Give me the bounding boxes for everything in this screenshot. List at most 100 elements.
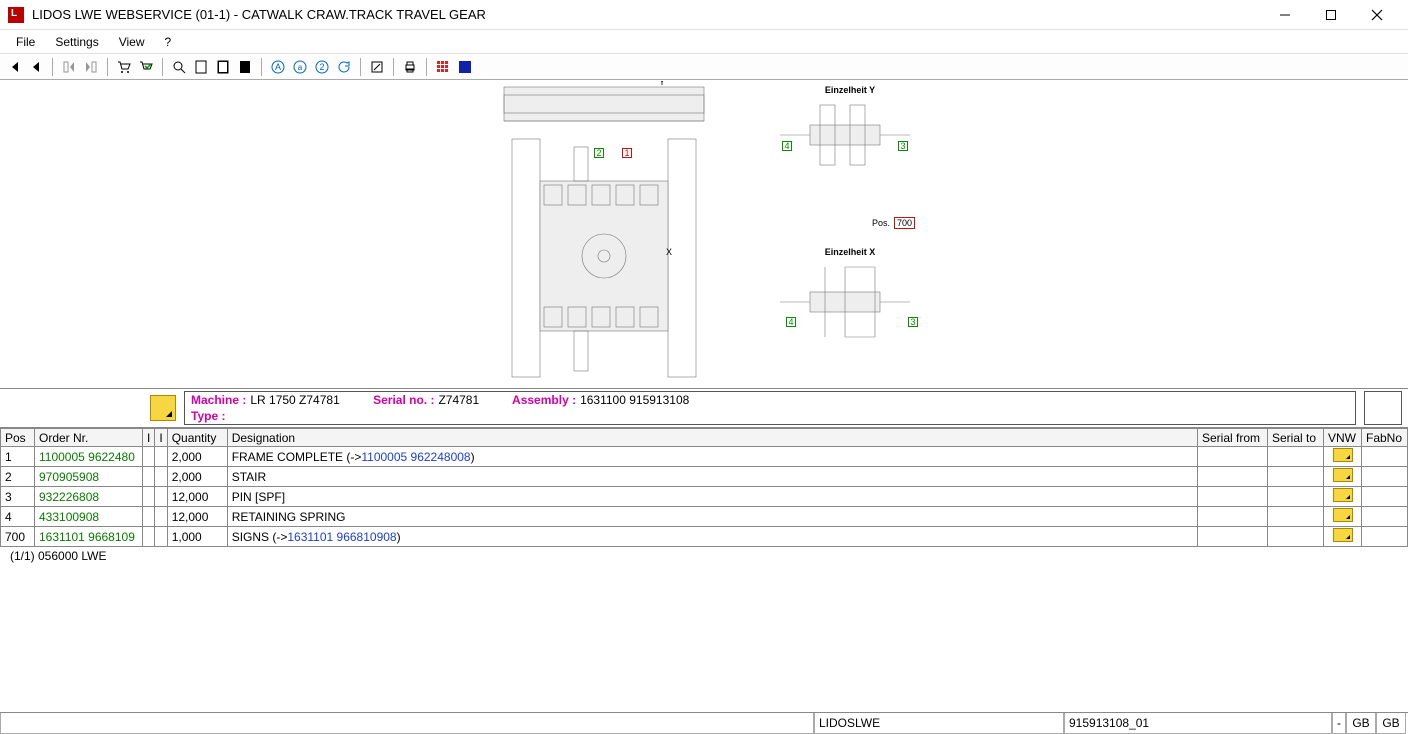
order-link[interactable]: 433100908 xyxy=(39,510,99,524)
menu-settings[interactable]: Settings xyxy=(45,35,108,49)
cell-i1 xyxy=(143,507,155,527)
cell-i1 xyxy=(143,487,155,507)
cell-pos: 4 xyxy=(1,507,35,527)
col-vnw[interactable]: VNW xyxy=(1324,429,1362,447)
doc-c-icon[interactable] xyxy=(235,57,255,77)
cell-vnw xyxy=(1324,527,1362,547)
pos-label: Pos. xyxy=(872,218,890,228)
refresh-icon[interactable] xyxy=(334,57,354,77)
doc-b-icon[interactable] xyxy=(213,57,233,77)
table-row[interactable]: 29709059082,000STAIR xyxy=(1,467,1408,487)
table-row[interactable]: 7001631101 96681091,000SIGNS (->1631101 … xyxy=(1,527,1408,547)
order-link[interactable]: 970905908 xyxy=(39,470,99,484)
col-sfrom[interactable]: Serial from xyxy=(1198,429,1268,447)
cell-desig: SIGNS (->1631101 966810908) xyxy=(227,527,1197,547)
cell-order: 433100908 xyxy=(35,507,143,527)
cell-i1 xyxy=(143,527,155,547)
info-expand-button[interactable] xyxy=(150,395,176,421)
cell-vnw xyxy=(1324,447,1362,467)
callout-4-top[interactable]: 4 xyxy=(782,141,792,151)
info-box: Machine :LR 1750 Z74781 Serial no. :Z747… xyxy=(184,391,1356,425)
cell-i1 xyxy=(143,447,155,467)
cell-order: 932226808 xyxy=(35,487,143,507)
cell-vnw xyxy=(1324,487,1362,507)
desig-link[interactable]: 1100005 962248008 xyxy=(361,450,470,464)
assembly-label: Assembly : xyxy=(512,393,576,407)
cell-i2 xyxy=(155,467,167,487)
serial-label: Serial no. : xyxy=(373,393,434,407)
grid-blue-icon[interactable] xyxy=(455,57,475,77)
vnw-button[interactable] xyxy=(1333,528,1353,542)
menu-file[interactable]: File xyxy=(6,35,45,49)
doc-a-icon[interactable] xyxy=(191,57,211,77)
vnw-button[interactable] xyxy=(1333,508,1353,522)
bookmark-next-icon[interactable] xyxy=(81,57,101,77)
num2-icon[interactable]: 2 xyxy=(312,57,332,77)
detail-x: Einzelheit X xyxy=(770,247,930,349)
nav-prev-icon[interactable] xyxy=(26,57,46,77)
svg-text:Y: Y xyxy=(659,81,665,87)
a1-icon[interactable]: A xyxy=(268,57,288,77)
minimize-button[interactable] xyxy=(1262,0,1308,30)
cart-icon[interactable] xyxy=(114,57,134,77)
cell-pos: 1 xyxy=(1,447,35,467)
cell-desig: STAIR xyxy=(227,467,1197,487)
cell-order: 970905908 xyxy=(35,467,143,487)
vnw-button[interactable] xyxy=(1333,448,1353,462)
col-i2[interactable]: I xyxy=(155,429,167,447)
a2-icon[interactable]: a xyxy=(290,57,310,77)
cell-sto xyxy=(1268,447,1324,467)
cell-qty: 12,000 xyxy=(167,507,227,527)
cell-desig: PIN [SPF] xyxy=(227,487,1197,507)
menu-view[interactable]: View xyxy=(109,35,155,49)
col-desig[interactable]: Designation xyxy=(227,429,1197,447)
cell-i1 xyxy=(143,467,155,487)
callout-3-bottom[interactable]: 3 xyxy=(908,317,918,327)
callout-2[interactable]: 2 xyxy=(594,148,604,158)
col-order[interactable]: Order Nr. xyxy=(35,429,143,447)
col-sto[interactable]: Serial to xyxy=(1268,429,1324,447)
cell-sfrom xyxy=(1198,527,1268,547)
order-link[interactable]: 1100005 9622480 xyxy=(39,450,135,464)
grid-red-icon[interactable] xyxy=(433,57,453,77)
nav-first-icon[interactable] xyxy=(4,57,24,77)
detail-y-label: Einzelheit Y xyxy=(770,85,930,95)
callout-3-top[interactable]: 3 xyxy=(898,141,908,151)
callout-4-bottom[interactable]: 4 xyxy=(786,317,796,327)
vnw-button[interactable] xyxy=(1333,468,1353,482)
cell-sto xyxy=(1268,507,1324,527)
drawing-canvas[interactable]: Y X 2 1 Einzelheit Y 4 3 Pos. 700 Einzel… xyxy=(0,80,1408,388)
close-button[interactable] xyxy=(1354,0,1400,30)
pos-value[interactable]: 700 xyxy=(894,217,915,229)
cell-pos: 700 xyxy=(1,527,35,547)
table-row[interactable]: 443310090812,000RETAINING SPRING xyxy=(1,507,1408,527)
order-link[interactable]: 932226808 xyxy=(39,490,99,504)
callout-1[interactable]: 1 xyxy=(622,148,632,158)
print-icon[interactable] xyxy=(400,57,420,77)
table-row[interactable]: 393222680812,000PIN [SPF] xyxy=(1,487,1408,507)
svg-text:A: A xyxy=(275,62,281,72)
edit-icon[interactable] xyxy=(367,57,387,77)
bookmark-prev-icon[interactable] xyxy=(59,57,79,77)
col-pos[interactable]: Pos xyxy=(1,429,35,447)
cell-vnw xyxy=(1324,467,1362,487)
machine-label: Machine : xyxy=(191,393,246,407)
cell-sto xyxy=(1268,467,1324,487)
zoom-icon[interactable] xyxy=(169,57,189,77)
col-qty[interactable]: Quantity xyxy=(167,429,227,447)
col-fab[interactable]: FabNo xyxy=(1362,429,1408,447)
svg-text:a: a xyxy=(298,63,303,72)
order-link[interactable]: 1631101 9668109 xyxy=(39,530,135,544)
menu-help[interactable]: ? xyxy=(155,35,182,49)
vnw-button[interactable] xyxy=(1333,488,1353,502)
col-i1[interactable]: I xyxy=(143,429,155,447)
footer-note: (1/1) 056000 LWE xyxy=(0,547,1408,565)
table-row[interactable]: 11100005 96224802,000FRAME COMPLETE (->1… xyxy=(1,447,1408,467)
cell-desig: FRAME COMPLETE (->1100005 962248008) xyxy=(227,447,1197,467)
cart-check-icon[interactable] xyxy=(136,57,156,77)
desig-link[interactable]: 1631101 966810908 xyxy=(287,530,396,544)
cell-sfrom xyxy=(1198,447,1268,467)
cell-fab xyxy=(1362,487,1408,507)
maximize-button[interactable] xyxy=(1308,0,1354,30)
serial-value: Z74781 xyxy=(438,393,479,407)
